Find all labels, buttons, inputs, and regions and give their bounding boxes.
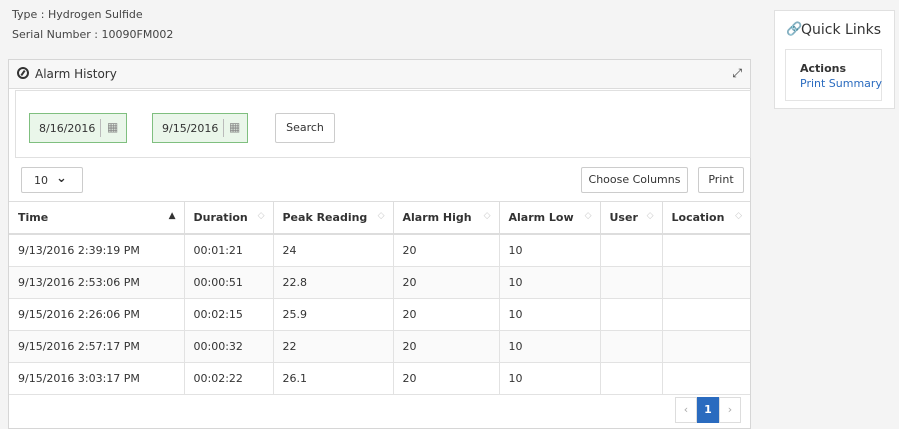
sort-icon[interactable]: ◇ — [735, 211, 742, 221]
choose-columns-button[interactable]: Choose Columns — [581, 167, 688, 193]
quick-links-title: 🔗 Quick Links — [786, 22, 882, 38]
cell-duration: 00:02:15 — [184, 298, 274, 331]
prev-page-button[interactable]: ‹ — [675, 397, 697, 423]
cell-peak-reading: 24 — [273, 234, 394, 267]
column-header-duration[interactable]: Duration ◇ — [184, 201, 274, 235]
cell-user — [600, 362, 663, 395]
cell-alarm-low: 10 — [499, 330, 601, 363]
expand-icon[interactable]: ⤢ — [732, 66, 742, 81]
cell-location — [662, 298, 750, 331]
cell-location — [662, 266, 750, 299]
cell-alarm-high: 20 — [393, 330, 500, 363]
cell-user — [600, 298, 663, 331]
cell-location — [662, 362, 750, 395]
field-divider — [223, 119, 224, 137]
cell-alarm-high: 20 — [393, 298, 500, 331]
column-header-label: Peak Reading — [282, 211, 368, 224]
cell-time: 9/15/2016 2:26:06 PM — [9, 298, 185, 331]
table-row: 9/15/2016 2:57:17 PM 00:00:32 22 20 10 — [9, 330, 750, 363]
column-header-label: Alarm Low — [508, 211, 574, 224]
cell-alarm-low: 10 — [499, 234, 601, 267]
column-header-time[interactable]: Time ▲ — [9, 201, 185, 235]
alarm-history-panel: Alarm History ⤢ 8/16/2016 ▦ 9/15/2016 ▦ … — [8, 59, 751, 429]
table-header-row: Time ▲ Duration ◇ Peak Reading ◇ Alarm High… — [9, 201, 750, 235]
table-row: 9/13/2016 2:39:19 PM 00:01:21 24 20 10 — [9, 234, 750, 267]
link-icon: 🔗 — [786, 22, 803, 37]
cell-duration: 00:01:21 — [184, 234, 274, 267]
cell-location — [662, 330, 750, 363]
cell-time: 9/13/2016 2:39:19 PM — [9, 234, 185, 267]
table-row: 9/15/2016 3:03:17 PM 00:02:22 26.1 20 10 — [9, 362, 750, 395]
panel-header: Alarm History ⤢ — [9, 60, 750, 89]
cell-alarm-low: 10 — [499, 298, 601, 331]
cell-user — [600, 234, 663, 267]
device-type: Type : Hydrogen Sulfide — [12, 8, 143, 21]
cell-user — [600, 266, 663, 299]
cell-peak-reading: 22 — [273, 330, 394, 363]
column-header-user[interactable]: User ◇ — [600, 201, 663, 235]
quick-links-box: Actions Print Summary — [785, 49, 882, 101]
cell-duration: 00:00:32 — [184, 330, 274, 363]
cell-location — [662, 234, 750, 267]
cell-alarm-high: 20 — [393, 266, 500, 299]
sort-icon[interactable]: ◇ — [258, 211, 265, 221]
column-header-label: Alarm High — [402, 211, 472, 224]
quick-links-panel: 🔗 Quick Links Actions Print Summary — [774, 10, 895, 109]
page-size-select[interactable]: 10 ⌄ — [21, 167, 83, 193]
compass-icon — [17, 67, 29, 79]
table-row: 9/15/2016 2:26:06 PM 00:02:15 25.9 20 10 — [9, 298, 750, 331]
sort-icon[interactable]: ◇ — [647, 211, 654, 221]
cell-duration: 00:02:22 — [184, 362, 274, 395]
cell-peak-reading: 25.9 — [273, 298, 394, 331]
page-size-value: 10 — [34, 174, 48, 187]
column-header-alarm-high[interactable]: Alarm High ◇ — [393, 201, 500, 235]
column-header-peak-reading[interactable]: Peak Reading ◇ — [273, 201, 394, 235]
sort-icon[interactable]: ◇ — [585, 211, 592, 221]
field-divider — [100, 119, 101, 137]
to-date-value[interactable]: 9/15/2016 — [162, 122, 220, 135]
cell-user — [600, 330, 663, 363]
serial-number: Serial Number : 10090FM002 — [12, 28, 174, 41]
quick-links-label: Quick Links — [801, 22, 882, 38]
cell-alarm-low: 10 — [499, 266, 601, 299]
print-summary-link[interactable]: Print Summary — [800, 77, 882, 90]
from-date-value[interactable]: 8/16/2016 — [39, 122, 97, 135]
cell-peak-reading: 22.8 — [273, 266, 394, 299]
column-header-label: Location — [671, 211, 725, 224]
cell-time: 9/15/2016 2:57:17 PM — [9, 330, 185, 363]
calendar-icon[interactable]: ▦ — [107, 120, 118, 134]
table-row: 9/13/2016 2:53:06 PM 00:00:51 22.8 20 10 — [9, 266, 750, 299]
column-header-location[interactable]: Location ◇ — [662, 201, 750, 235]
sort-icon[interactable]: ◇ — [378, 211, 385, 221]
to-date-field[interactable]: 9/15/2016 ▦ — [152, 113, 248, 143]
print-button[interactable]: Print — [698, 167, 744, 193]
cell-time: 9/13/2016 2:53:06 PM — [9, 266, 185, 299]
cell-peak-reading: 26.1 — [273, 362, 394, 395]
from-date-field[interactable]: 8/16/2016 ▦ — [29, 113, 127, 143]
actions-heading: Actions — [800, 62, 846, 75]
chevron-down-icon: ⌄ — [56, 171, 67, 186]
next-page-button[interactable]: › — [719, 397, 741, 423]
alarm-table: Time ▲ Duration ◇ Peak Reading ◇ Alarm High… — [9, 201, 750, 395]
cell-time: 9/15/2016 3:03:17 PM — [9, 362, 185, 395]
calendar-icon[interactable]: ▦ — [229, 120, 240, 134]
cell-alarm-high: 20 — [393, 362, 500, 395]
sort-asc-icon[interactable]: ▲ — [169, 211, 176, 221]
column-header-alarm-low[interactable]: Alarm Low ◇ — [499, 201, 601, 235]
panel-title: Alarm History — [35, 67, 117, 81]
cell-duration: 00:00:51 — [184, 266, 274, 299]
column-header-label: Time — [18, 211, 49, 224]
page-1-button[interactable]: 1 — [697, 397, 719, 423]
date-filter-box: 8/16/2016 ▦ 9/15/2016 ▦ Search — [15, 90, 751, 158]
cell-alarm-high: 20 — [393, 234, 500, 267]
search-button[interactable]: Search — [275, 113, 335, 143]
column-header-label: User — [609, 211, 638, 224]
cell-alarm-low: 10 — [499, 362, 601, 395]
column-header-label: Duration — [193, 211, 248, 224]
sort-icon[interactable]: ◇ — [484, 211, 491, 221]
